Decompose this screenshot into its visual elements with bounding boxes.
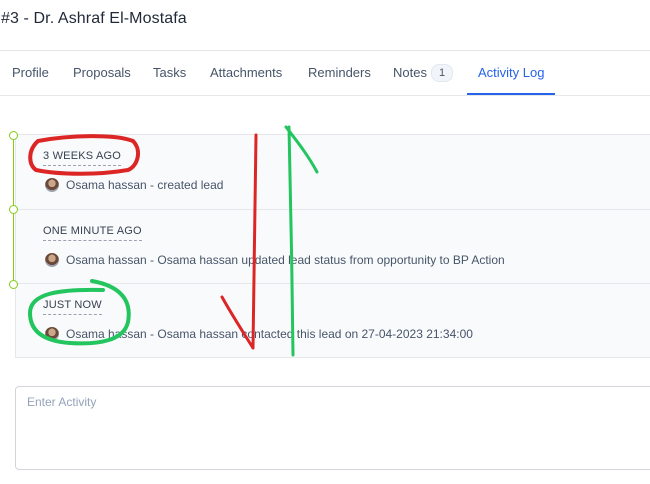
- tab-proposals[interactable]: Proposals: [73, 51, 131, 95]
- avatar: [45, 327, 59, 341]
- activity-entry: 3 WEEKS AGO Osama hassan - created lead: [16, 135, 650, 209]
- activity-input[interactable]: [15, 386, 650, 470]
- tab-notes[interactable]: Notes 1: [393, 51, 454, 95]
- tab-bar: Profile Proposals Tasks Attachments Remi…: [0, 51, 650, 95]
- tab-attachments[interactable]: Attachments: [210, 51, 282, 95]
- page-title: #3 - Dr. Ashraf El-Mostafa: [1, 10, 187, 27]
- activity-time: JUST NOW: [43, 299, 102, 315]
- activity-description: Osama hassan - Osama hassan contacted th…: [66, 327, 473, 341]
- notes-count-badge: 1: [430, 63, 454, 82]
- tab-profile[interactable]: Profile: [12, 51, 49, 95]
- activity-time: ONE MINUTE AGO: [43, 225, 142, 241]
- tabs-bottom-divider: [0, 95, 650, 96]
- timeline-dot: [9, 280, 18, 289]
- tab-activity-log[interactable]: Activity Log: [467, 51, 556, 95]
- activity-description: Osama hassan - created lead: [66, 178, 224, 192]
- tab-tasks[interactable]: Tasks: [153, 51, 186, 95]
- activity-entry: JUST NOW Osama hassan - Osama hassan con…: [16, 283, 650, 358]
- activity-entry: ONE MINUTE AGO Osama hassan - Osama hass…: [16, 209, 650, 284]
- activity-log-list: 3 WEEKS AGO Osama hassan - created lead …: [15, 134, 650, 358]
- activity-time: 3 WEEKS AGO: [43, 150, 122, 166]
- tab-reminders[interactable]: Reminders: [308, 51, 371, 95]
- avatar: [45, 253, 59, 267]
- avatar: [45, 178, 59, 192]
- tab-notes-label: Notes: [393, 65, 427, 80]
- activity-description: Osama hassan - Osama hassan updated lead…: [66, 253, 505, 267]
- timeline-dot: [9, 205, 18, 214]
- timeline-dot: [9, 131, 18, 140]
